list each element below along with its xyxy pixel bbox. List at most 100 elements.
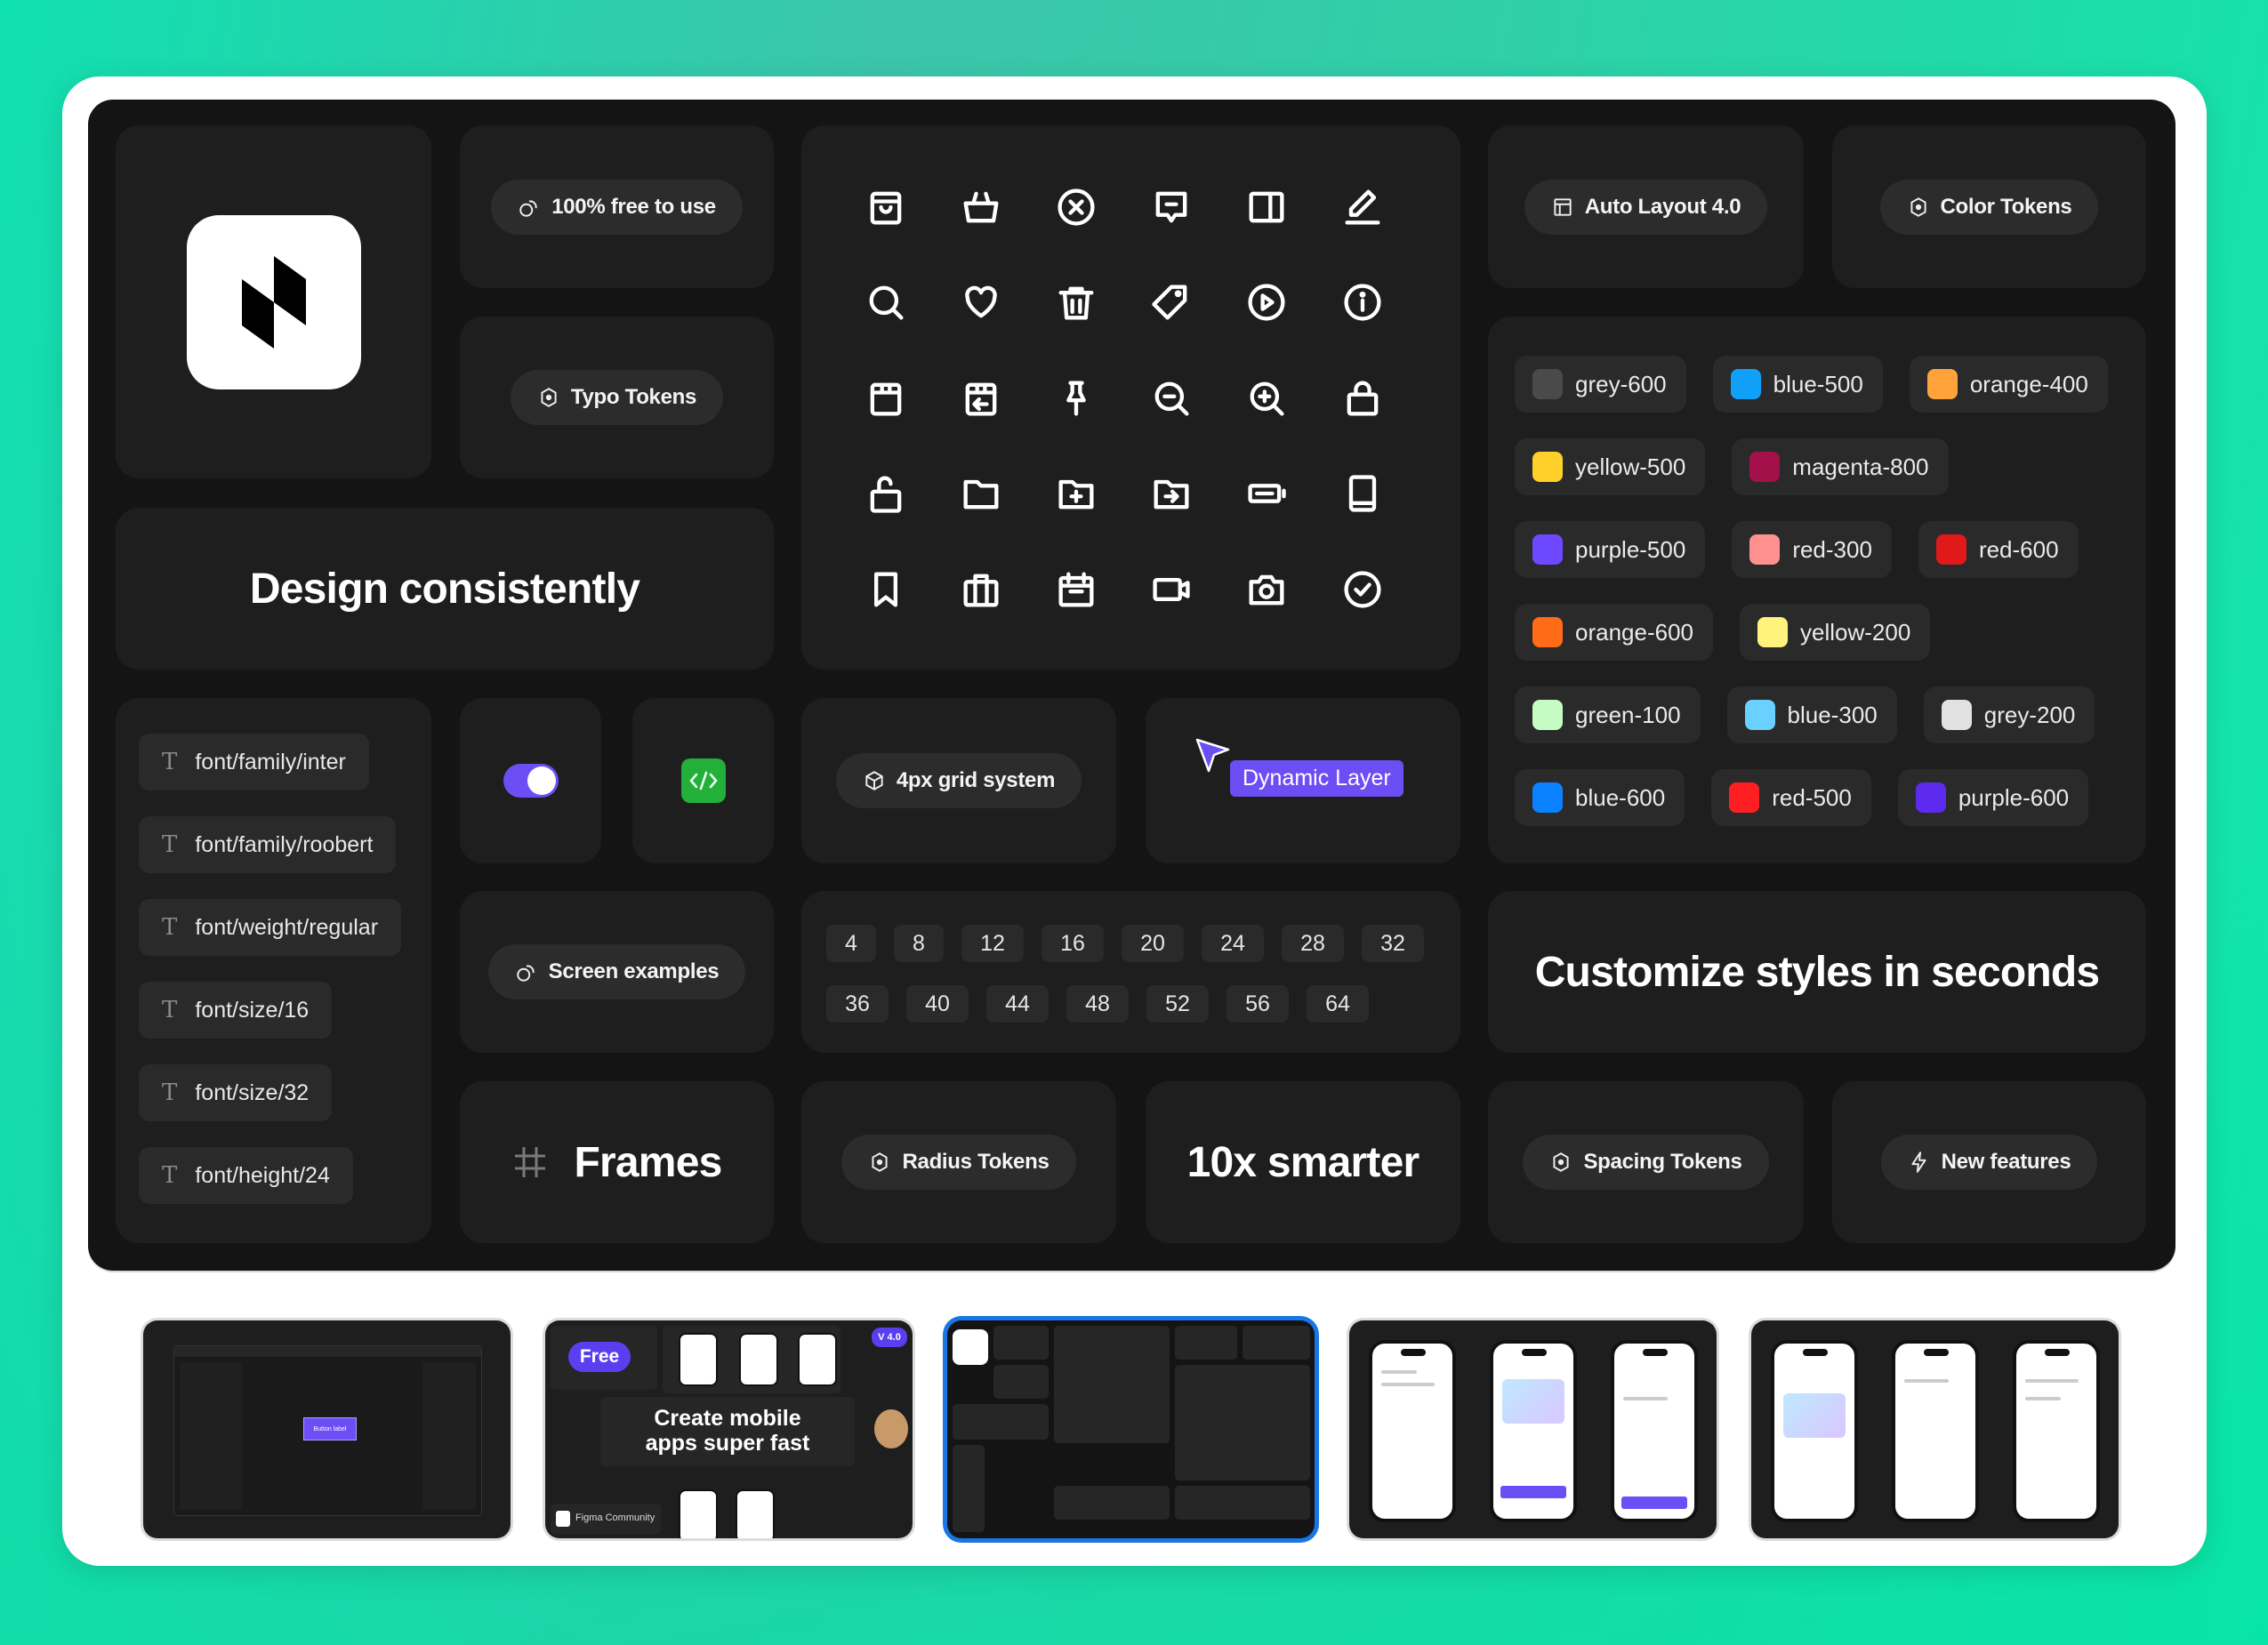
typography-token-label: font/family/inter (195, 749, 346, 774)
spacing-value-chip[interactable]: 16 (1042, 925, 1104, 962)
color-token-label: magenta-800 (1792, 453, 1929, 480)
color-token-chip[interactable]: grey-200 (1923, 686, 2095, 743)
spacing-value-chip[interactable]: 56 (1226, 985, 1289, 1023)
spacing-value-chip[interactable]: 44 (986, 985, 1049, 1023)
color-token-chip[interactable]: red-500 (1711, 769, 1871, 826)
logo-mark-icon (241, 255, 306, 349)
auto-layout-badge[interactable]: Auto Layout 4.0 (1524, 179, 1768, 235)
token-hexagon-icon (1910, 197, 1926, 217)
thumbnail-screens-2[interactable] (1751, 1320, 2119, 1538)
thumbnail-screens-1[interactable] (1349, 1320, 1717, 1538)
toggle-switch[interactable] (503, 764, 559, 798)
search-icon (863, 279, 909, 325)
color-token-chip[interactable]: magenta-800 (1732, 438, 1949, 495)
info-circle-icon (1339, 279, 1386, 325)
typography-token[interactable]: Tfont/height/24 (139, 1147, 353, 1204)
overview-tile (953, 1445, 985, 1532)
spacing-value-chip[interactable]: 40 (906, 985, 969, 1023)
overview-tile (1054, 1326, 1170, 1443)
message-minus-icon (1148, 184, 1194, 230)
spacing-value-chip[interactable]: 52 (1146, 985, 1209, 1023)
spacing-value-chip[interactable]: 28 (1282, 925, 1344, 962)
color-token-chip[interactable]: grey-600 (1515, 356, 1686, 413)
grid-system-badge[interactable]: 4px grid system (835, 753, 1082, 808)
thumbnail-overview[interactable] (947, 1320, 1315, 1538)
lock-icon (1339, 375, 1386, 421)
color-tokens-badge[interactable]: Color Tokens (1879, 179, 2099, 235)
typography-token[interactable]: Tfont/size/16 (139, 982, 333, 1039)
free-tile: 100% free to use (460, 125, 774, 288)
typography-token[interactable]: Tfont/family/inter (139, 734, 369, 790)
spacing-value-chip[interactable]: 24 (1202, 925, 1264, 962)
color-token-chip[interactable]: yellow-500 (1515, 438, 1706, 495)
frames-headline: Frames (574, 1138, 723, 1186)
color-token-chip[interactable]: green-100 (1515, 686, 1701, 743)
box-icon (863, 375, 909, 421)
color-swatch (1532, 534, 1563, 565)
spacing-value-chip[interactable]: 12 (961, 925, 1024, 962)
briefcase-icon (958, 566, 1004, 613)
radius-tokens-label: Radius Tokens (902, 1150, 1050, 1174)
bookmark-icon (863, 566, 909, 613)
dynamic-layer-label[interactable]: Dynamic Layer (1230, 760, 1403, 797)
color-swatch (1532, 700, 1563, 730)
color-token-chip[interactable]: orange-400 (1909, 356, 2108, 413)
spacing-value-chip[interactable]: 4 (826, 925, 876, 962)
auto-layout-tile: Auto Layout 4.0 (1488, 125, 1804, 288)
typography-token[interactable]: Tfont/weight/regular (139, 899, 402, 956)
sidebar-layout-icon (1243, 184, 1290, 230)
color-token-chip[interactable]: red-300 (1732, 521, 1892, 578)
typography-token[interactable]: Tfont/size/32 (139, 1064, 333, 1121)
spacing-value-chip[interactable]: 32 (1362, 925, 1424, 962)
new-features-badge[interactable]: New features (1880, 1135, 2098, 1190)
color-token-row: purple-500 red-300 red-600 (1515, 521, 2125, 578)
spacing-value-chip[interactable]: 20 (1122, 925, 1184, 962)
version-badge: V 4.0 (872, 1328, 907, 1347)
app-logo (186, 214, 361, 389)
text-type-icon: T (162, 1162, 178, 1189)
color-token-label: purple-600 (1958, 783, 2070, 811)
code-tile (632, 698, 774, 863)
typo-tokens-badge[interactable]: Typo Tokens (510, 370, 724, 425)
color-token-chip[interactable]: purple-600 (1897, 769, 2089, 826)
code-badge[interactable] (680, 758, 726, 803)
cursor-arrow-icon (1195, 738, 1230, 773)
zoom-out-icon (1148, 375, 1194, 421)
radius-tokens-badge[interactable]: Radius Tokens (841, 1135, 1076, 1190)
spacing-value-chip[interactable]: 8 (894, 925, 944, 962)
spacing-value-chip[interactable]: 64 (1307, 985, 1369, 1023)
color-token-chip[interactable]: blue-500 (1712, 356, 1883, 413)
typography-token[interactable]: Tfont/family/roobert (139, 816, 397, 873)
color-token-label: yellow-200 (1800, 618, 1911, 646)
overview-tile (993, 1326, 1049, 1360)
color-token-row: green-100 blue-300 grey-200 (1515, 686, 2125, 743)
color-swatch (1757, 617, 1788, 647)
spacing-tokens-badge[interactable]: Spacing Tokens (1523, 1135, 1769, 1190)
color-token-chip[interactable]: red-600 (1918, 521, 2079, 578)
typo-tokens-label: Typo Tokens (570, 385, 697, 409)
free-badge[interactable]: 100% free to use (491, 179, 743, 235)
typo-tokens-tile: Typo Tokens (460, 317, 774, 478)
thumbnail-cover[interactable]: Free V 4.0 Create mobile apps super fast… (545, 1320, 913, 1538)
color-token-chip[interactable]: blue-600 (1515, 769, 1685, 826)
phone-preview (736, 1489, 775, 1538)
play-circle-icon (1243, 279, 1290, 325)
color-swatch (1941, 700, 1972, 730)
color-token-chip[interactable]: yellow-200 (1740, 604, 1931, 661)
spacing-scale-tile: 4 8 12 16 20 24 28 32 36 40 44 48 52 56 64 (801, 891, 1460, 1053)
color-token-chip[interactable]: purple-500 (1515, 521, 1706, 578)
basket-icon (958, 184, 1004, 230)
token-hexagon-icon (541, 388, 557, 407)
folder-icon (958, 470, 1004, 517)
overview-tile (1054, 1486, 1170, 1520)
spacing-value-chip[interactable]: 48 (1066, 985, 1129, 1023)
color-token-chip[interactable]: orange-600 (1515, 604, 1713, 661)
heart-icon (958, 279, 1004, 325)
code-icon (688, 771, 718, 790)
screen-examples-badge[interactable]: Screen examples (487, 944, 746, 999)
phone-preview (1892, 1340, 1979, 1522)
thumbnail-editor[interactable]: Button label (143, 1320, 511, 1538)
overview-tile (993, 1365, 1049, 1399)
spacing-value-chip[interactable]: 36 (826, 985, 889, 1023)
color-token-chip[interactable]: blue-300 (1726, 686, 1897, 743)
